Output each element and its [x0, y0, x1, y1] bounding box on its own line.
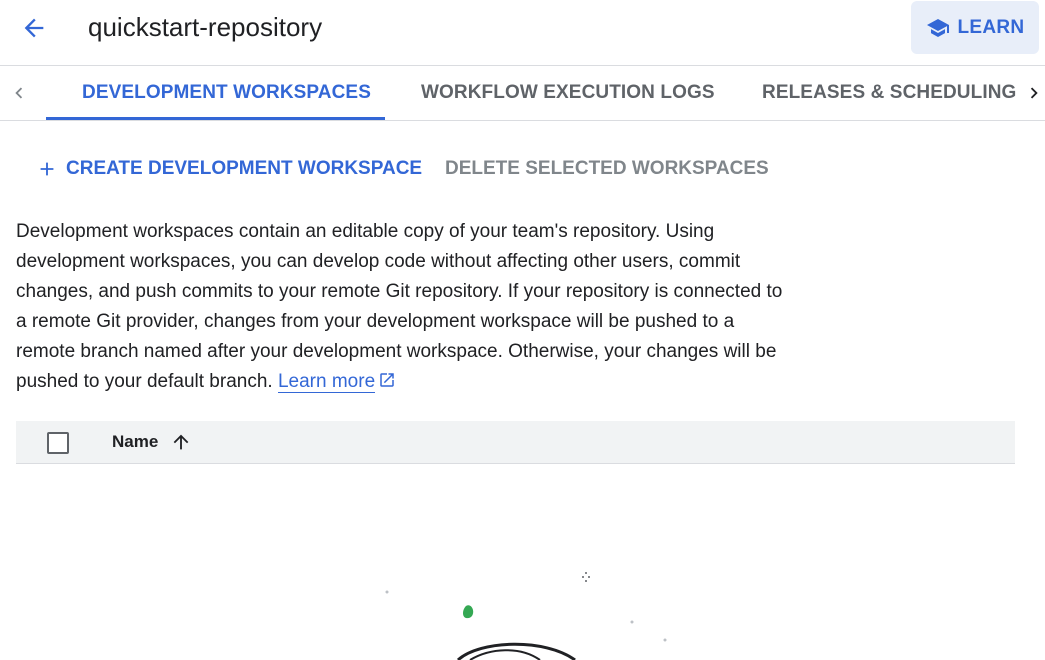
- arrow-upward-icon: [173, 434, 189, 450]
- learn-button[interactable]: LEARN: [911, 1, 1039, 54]
- column-header-name[interactable]: Name: [112, 421, 192, 463]
- chevron-right-icon: [1030, 87, 1038, 99]
- delete-workspaces-button[interactable]: DELETE SELECTED WORKSPACES: [445, 153, 769, 185]
- back-button[interactable]: [14, 10, 54, 46]
- chevron-left-icon: [15, 87, 23, 99]
- empty-state-illustration: [385, 572, 667, 660]
- create-workspace-button[interactable]: CREATE DEVELOPMENT WORKSPACE: [36, 153, 422, 185]
- add-icon: [40, 162, 54, 176]
- tab-workflow-execution-logs[interactable]: WORKFLOW EXECUTION LOGS: [421, 66, 715, 120]
- open-in-new-icon: [380, 373, 394, 387]
- arrow-back-icon: [24, 18, 44, 38]
- workspaces-table-header: Name: [16, 421, 1015, 464]
- tabs-scroll-right-button[interactable]: [1023, 80, 1045, 106]
- workspace-actions: CREATE DEVELOPMENT WORKSPACE DELETE SELE…: [0, 145, 1045, 193]
- select-all-checkbox[interactable]: [47, 432, 69, 454]
- create-workspace-label: CREATE DEVELOPMENT WORKSPACE: [66, 158, 423, 179]
- page-title: quickstart-repository: [88, 12, 323, 42]
- tab-releases-scheduling[interactable]: RELEASES & SCHEDULING: [762, 66, 1016, 120]
- description-text: Development workspaces contain an editab…: [16, 221, 783, 392]
- app-header: quickstart-repository LEARN: [0, 0, 1045, 66]
- school-icon: [926, 18, 949, 37]
- tabs-scroll-left-button[interactable]: [8, 80, 30, 106]
- workspaces-description: Development workspaces contain an editab…: [16, 217, 791, 397]
- active-tab-indicator: [46, 117, 385, 120]
- tab-development-workspaces[interactable]: DEVELOPMENT WORKSPACES: [82, 66, 371, 120]
- tab-bar: DEVELOPMENT WORKSPACES WORKFLOW EXECUTIO…: [0, 66, 1045, 121]
- column-name-label: Name: [112, 432, 159, 451]
- learn-button-label: LEARN: [957, 16, 1025, 38]
- learn-more-link[interactable]: Learn more: [277, 371, 376, 393]
